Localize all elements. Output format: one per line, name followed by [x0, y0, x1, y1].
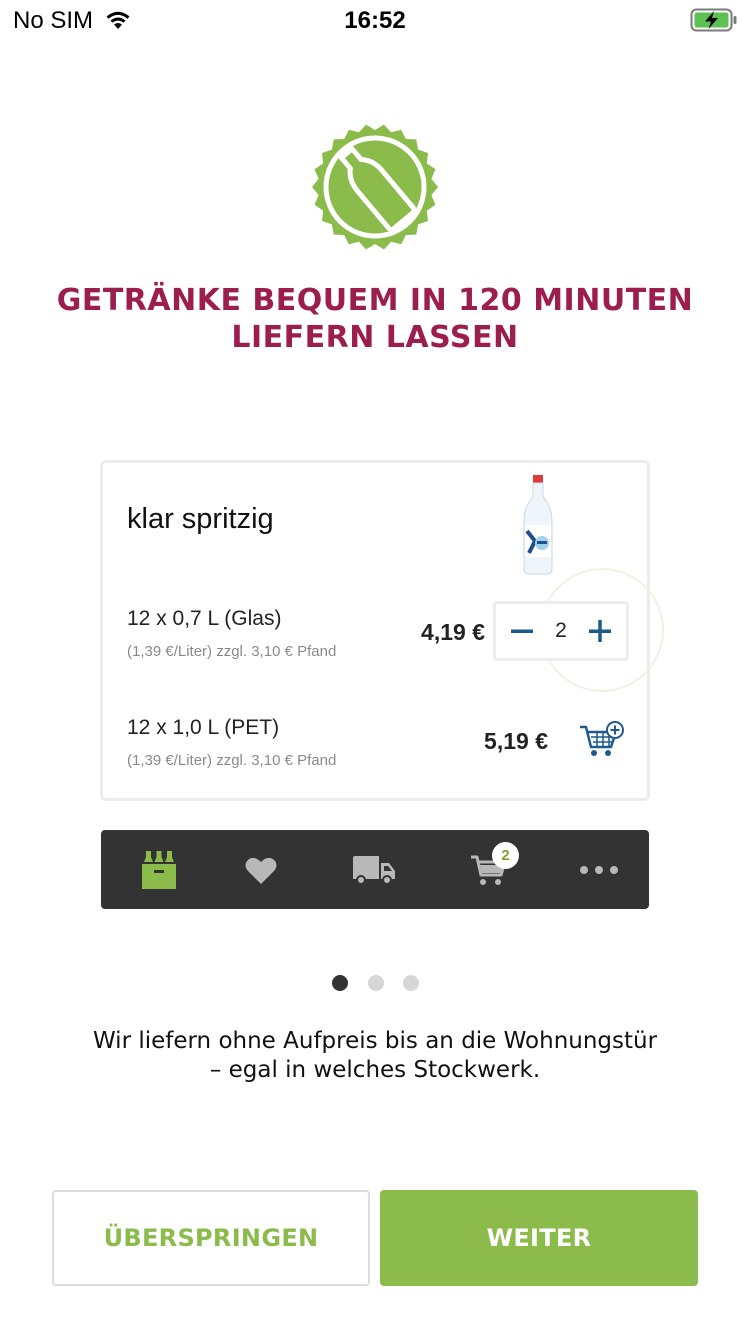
water-bottle-image	[523, 475, 553, 575]
onboarding-caption: Wir liefern ohne Aufpreis bis an die Woh…	[40, 1027, 710, 1085]
skip-button[interactable]: ÜBERSPRINGEN	[52, 1190, 370, 1286]
cart-count-badge: 2	[492, 842, 519, 869]
tab-favorites[interactable]	[216, 830, 306, 909]
headline-line-1: GETRÄNKE BEQUEM IN 120 MINUTEN	[56, 283, 694, 318]
page-dot-1[interactable]	[332, 975, 348, 991]
page-dot-2[interactable]	[368, 975, 384, 991]
tab-delivery[interactable]	[326, 830, 421, 909]
quantity-stepper: 2	[493, 601, 629, 661]
heart-icon	[245, 857, 277, 884]
increase-button[interactable]	[578, 604, 622, 658]
page-dot-3[interactable]	[403, 975, 419, 991]
variant-price: 4,19 €	[421, 619, 485, 645]
product-name: klar spritzig	[127, 503, 274, 535]
caption-line-1: Wir liefern ohne Aufpreis bis an die Woh…	[92, 1028, 658, 1054]
headline: GETRÄNKE BEQUEM IN 120 MINUTEN LIEFERN L…	[40, 282, 710, 356]
tab-products[interactable]	[111, 830, 206, 909]
minus-icon	[511, 629, 533, 633]
crate-icon	[141, 850, 176, 889]
product-card: klar spritzig 12 x 0,7 L (Glas) (1,39 €/…	[100, 460, 664, 801]
caption-line-2: – egal in welches Stockwerk.	[209, 1057, 541, 1083]
next-button[interactable]: WEITER	[380, 1190, 698, 1286]
clock: 16:52	[344, 7, 406, 34]
page-indicator	[330, 975, 424, 993]
quantity-value: 2	[555, 619, 567, 642]
status-bar: No SIM 16:52	[0, 0, 750, 40]
battery-charging-icon	[690, 8, 737, 32]
truck-icon	[352, 855, 395, 885]
add-to-cart-icon[interactable]	[579, 721, 625, 759]
tab-more[interactable]	[551, 830, 646, 909]
plus-icon	[589, 620, 611, 642]
headline-line-2: LIEFERN LASSEN	[231, 320, 519, 355]
variant-price-note: (1,39 €/Liter) zzgl. 3,10 € Pfand	[127, 752, 337, 769]
bottle-badge-icon	[312, 124, 438, 250]
tab-bar: 2	[101, 830, 649, 909]
variant-size: 12 x 1,0 L (PET)	[127, 716, 280, 739]
decrease-button[interactable]	[500, 604, 544, 658]
variant-size: 12 x 0,7 L (Glas)	[127, 607, 282, 630]
variant-price-note: (1,39 €/Liter) zzgl. 3,10 € Pfand	[127, 643, 337, 660]
more-icon	[579, 865, 618, 874]
tab-cart[interactable]	[441, 830, 536, 909]
variant-price: 5,19 €	[484, 728, 548, 754]
